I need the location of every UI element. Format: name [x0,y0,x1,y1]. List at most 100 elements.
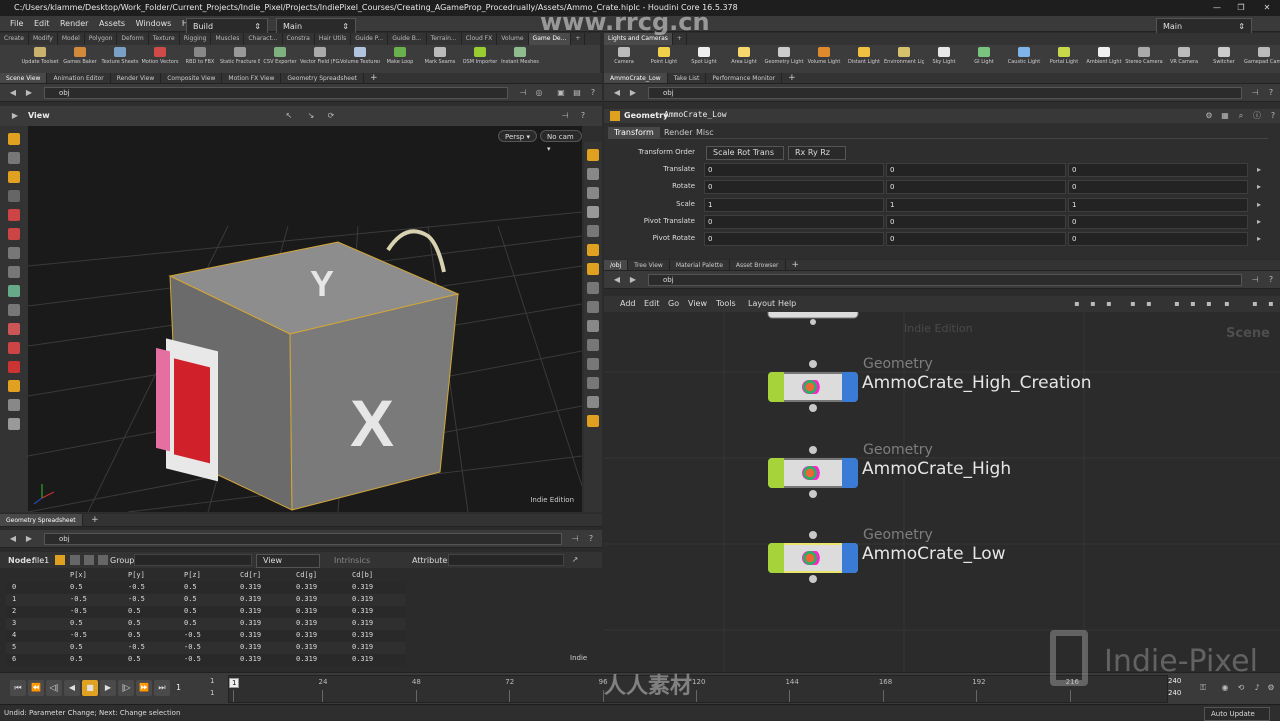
shelf-tab-1[interactable]: Modify [29,33,58,45]
transform-order-dropdown[interactable]: Scale Rot Trans [706,146,784,160]
shelf-tool[interactable]: Geometry Light [764,45,804,73]
timeline-ruler[interactable]: 1 24 48 72 96 120 144 168 192 216 [228,675,1168,703]
node-name-label[interactable]: AmmoCrate_High [862,459,1011,479]
shelf-tool[interactable]: Spot Light [684,45,724,73]
playback-button[interactable]: ⏭ [154,680,170,696]
shelf-tool[interactable]: Sky Light [924,45,964,73]
node-output-connector[interactable] [809,575,817,583]
shelf-tab-11[interactable]: Guide P... [351,33,389,45]
render-flag[interactable] [842,543,858,573]
render-flag[interactable] [842,458,858,488]
shelf-tool[interactable]: Environment Light [884,45,924,73]
playback-button[interactable]: ⏪ [28,680,44,696]
shelf-tool[interactable]: Portal Light [1044,45,1084,73]
menu-render[interactable]: Render [56,16,92,32]
points-mode-icon[interactable] [55,555,65,565]
network-tab-3[interactable]: Asset Browser [730,260,786,270]
param-value-field[interactable]: 1 [704,197,884,212]
node-input-connector[interactable] [809,360,817,368]
lock-icon[interactable] [587,187,599,199]
shelf-tab-10[interactable]: Hair Utils [315,33,352,45]
playback-button[interactable]: ⏩ [136,680,152,696]
vector-icon[interactable] [587,301,599,313]
param-tab-2[interactable]: Performance Monitor [706,73,783,83]
param-tab-0[interactable]: AmmoCrate_Low [604,73,668,83]
vertices-mode-icon[interactable] [70,555,80,565]
settings-icon[interactable]: ⚙ [1266,683,1276,693]
param-value-field[interactable]: 0 [704,180,884,195]
shelf-tool[interactable]: VR Camera [1164,45,1204,73]
spreadsheet-path-input[interactable]: obj [44,533,562,545]
shelf-tool[interactable]: Mark Seams [420,45,460,73]
shelf-tool[interactable]: Instant Meshes [500,45,540,73]
display-safe-icon[interactable] [587,415,599,427]
param-value-field[interactable]: 0 [886,232,1066,247]
param-value-field[interactable]: 0 [886,163,1066,177]
view-tool-icon[interactable] [8,285,20,297]
channel-icon[interactable]: ▸ [1254,234,1264,244]
handle-tool-icon[interactable] [8,171,20,183]
forward-icon[interactable]: ▶ [628,88,638,98]
playback-button[interactable]: ⏮ [10,680,26,696]
close-button[interactable]: ✕ [1256,0,1278,16]
channel-icon[interactable]: ▸ [1254,182,1264,192]
camera-icon[interactable]: ▣ [556,88,566,98]
snap-icon[interactable]: ↖ [284,111,294,121]
playback-button[interactable]: ■ [82,680,98,696]
node-input-connector[interactable] [809,531,817,539]
snap-tool-icon[interactable] [8,380,20,392]
shelf-tab-3[interactable]: Polygon [85,33,118,45]
help-icon[interactable]: ? [1268,111,1278,121]
help-icon[interactable]: ? [588,88,598,98]
back-icon[interactable]: ◀ [612,88,622,98]
shelf-tool[interactable]: Volume Light [804,45,844,73]
wrench-icon[interactable]: ▪ [1072,299,1082,309]
scene-tab-2[interactable]: Render View [111,73,162,83]
shelf-tab-8[interactable]: Charact... [244,33,283,45]
channel-icon[interactable]: ▸ [1254,165,1264,175]
snap2-icon[interactable]: ↘ [306,111,316,121]
shelf-tool[interactable]: Volume Textures [340,45,380,73]
grid-tool-icon[interactable] [8,399,20,411]
image-icon[interactable]: ▪ [1188,299,1198,309]
shelf-tab-15[interactable]: Volume [497,33,529,45]
shelf-tool[interactable]: Ambient Light [1084,45,1124,73]
menu-assets[interactable]: Assets [95,16,129,32]
note-icon[interactable]: ▪ [1204,299,1214,309]
playback-button[interactable]: ▶ [100,680,116,696]
channel-icon[interactable]: ▸ [1254,200,1264,210]
forward-icon[interactable]: ▶ [24,88,34,98]
shelf-tool[interactable]: Area Light [724,45,764,73]
param-path-input[interactable]: obj [648,87,1242,99]
shelf-tool[interactable]: GI Light [964,45,1004,73]
column-header[interactable]: Cd[g] [296,571,317,579]
shelf-tool[interactable]: CSV Exporter [260,45,300,73]
network-menu-item[interactable]: Help [778,299,796,308]
rotate-order-dropdown[interactable]: Rx Ry Rz [788,146,846,160]
brush-tool-icon[interactable] [8,228,20,240]
shelf-tool[interactable]: Stereo Camera [1124,45,1164,73]
shelf-tool[interactable]: Games Baker [60,45,100,73]
pose-tool-icon[interactable] [8,190,20,202]
node-name-label[interactable]: AmmoCrate_Low [862,544,1006,564]
realtime-icon[interactable]: ◉ [1220,683,1230,693]
arrow-icon[interactable]: ↗ [570,555,580,565]
node-input-connector[interactable] [809,446,817,454]
node-output-connector[interactable] [809,404,817,412]
view-dropdown[interactable]: View [256,554,320,568]
guide-icon[interactable] [587,320,599,332]
audio-icon[interactable]: ♪ [1252,683,1262,693]
playback-button[interactable]: |▷ [118,680,134,696]
info-icon[interactable]: ⓘ [1252,111,1262,121]
tab-transform[interactable]: Transform [608,127,660,139]
arrow-icon[interactable]: ▶ [10,111,20,121]
primitives-mode-icon[interactable] [84,555,94,565]
points-icon[interactable] [587,263,599,275]
param-value-field[interactable]: 1 [1068,197,1248,212]
split-icon[interactable]: ▤ [572,88,582,98]
param-value-field[interactable]: 0 [1068,180,1248,195]
shelf-tab-2[interactable]: Model [58,33,85,45]
ghost-icon[interactable] [587,168,599,180]
pin-icon[interactable]: ⊣ [518,88,528,98]
back-icon[interactable]: ◀ [8,88,18,98]
